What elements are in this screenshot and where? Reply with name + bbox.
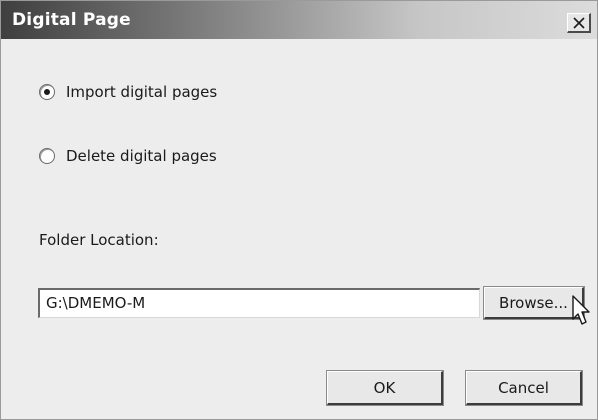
radio-selected-dot: [44, 89, 50, 95]
browse-button[interactable]: Browse...: [483, 286, 585, 320]
ok-button[interactable]: OK: [326, 370, 444, 406]
mouse-pointer-icon: [572, 295, 590, 325]
delete-option-label: Delete digital pages: [66, 147, 217, 165]
digital-page-dialog: Digital Page Import digital pages Delete…: [0, 0, 598, 420]
close-icon: [573, 17, 585, 29]
import-option[interactable]: Import digital pages: [39, 81, 217, 103]
cancel-button[interactable]: Cancel: [465, 370, 583, 406]
dialog-title: Digital Page: [12, 10, 131, 30]
folder-path-input[interactable]: G:\DMEMO-M: [38, 288, 480, 318]
folder-location-label: Folder Location:: [39, 231, 159, 249]
delete-option[interactable]: Delete digital pages: [39, 145, 217, 167]
title-bar[interactable]: Digital Page: [1, 1, 597, 39]
import-radio[interactable]: [39, 84, 55, 100]
delete-radio[interactable]: [39, 148, 55, 164]
import-option-label: Import digital pages: [66, 83, 218, 101]
close-button[interactable]: [567, 13, 591, 33]
